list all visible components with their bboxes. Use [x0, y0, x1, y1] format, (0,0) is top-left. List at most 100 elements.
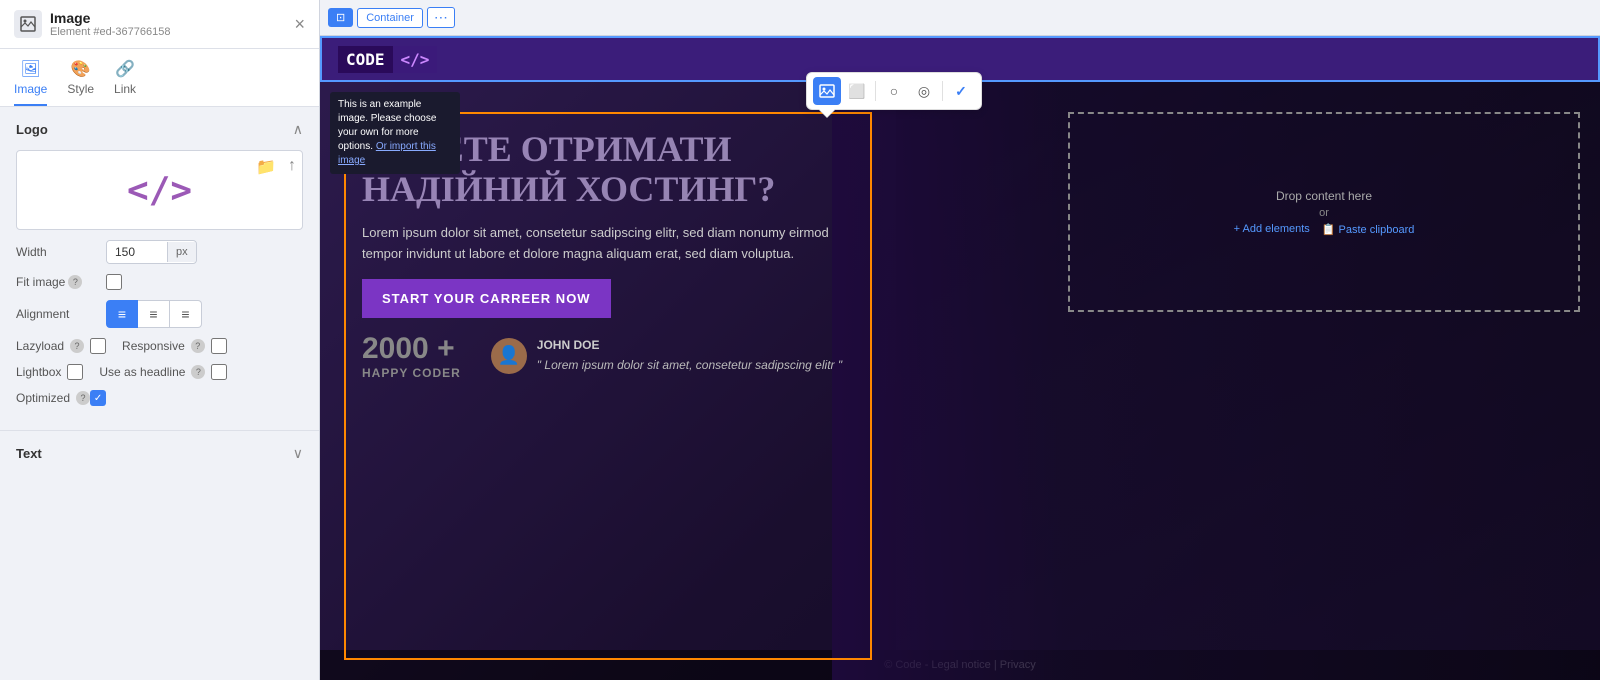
tab-style[interactable]: 🎨 Style: [67, 49, 94, 106]
element-icon: ⊡: [336, 11, 345, 24]
image-tab-icon: 🖼: [21, 59, 41, 79]
optimized-label: Optimized ?: [16, 391, 90, 405]
panel-subtitle: Element #ed-367766158: [50, 26, 170, 38]
text-section-title: Text: [16, 446, 42, 461]
floating-toolbar: ⬜ ○ ◎ ✓: [806, 72, 982, 110]
folder-icon[interactable]: 📁: [256, 157, 276, 177]
paste-clipboard-button[interactable]: 📋 Paste clipboard: [1322, 223, 1415, 236]
panel-title: Image: [50, 10, 170, 26]
left-panel: Image Element #ed-367766158 × 🖼 Image 🎨 …: [0, 0, 320, 680]
lazyload-label: Lazyload ?: [16, 339, 84, 353]
ft-circle-button[interactable]: ○: [880, 77, 908, 105]
panel-header: Image Element #ed-367766158 ×: [0, 0, 319, 49]
ft-divider1: [875, 81, 876, 101]
stats-label: HAPPY CODER: [362, 366, 461, 380]
lazyload-item: Lazyload ?: [16, 338, 106, 354]
alignment-group: ≡ ≡ ≡: [106, 300, 202, 328]
logo-symbol: </>: [127, 170, 192, 211]
section-header: Logo ∧: [16, 121, 303, 138]
responsive-help-icon[interactable]: ?: [191, 339, 205, 353]
logo-section-title: Logo: [16, 122, 48, 137]
alignment-row: Alignment ≡ ≡ ≡: [16, 300, 303, 328]
more-options-button[interactable]: ⋯: [427, 7, 455, 28]
ft-triangle: [819, 109, 835, 117]
close-button[interactable]: ×: [294, 15, 305, 33]
logo-section: Logo ∧ </> 📁 ↑ Width px Fit image ?: [0, 107, 319, 430]
optimized-row: Optimized ?: [16, 390, 303, 406]
avatar: 👤: [491, 338, 527, 374]
headline-item: Use as headline ?: [99, 364, 227, 380]
lazyload-checkbox[interactable]: [90, 338, 106, 354]
ft-image-button[interactable]: [813, 77, 841, 105]
align-left-button[interactable]: ≡: [106, 300, 138, 328]
width-label: Width: [16, 245, 106, 259]
style-tab-icon: 🎨: [71, 59, 91, 79]
element-select-button[interactable]: ⊡: [328, 8, 353, 27]
fit-image-row: Fit image ?: [16, 274, 303, 290]
drop-content-text: Drop content here: [1276, 189, 1372, 203]
panel-header-icon: [14, 10, 42, 38]
logo-collapse-button[interactable]: ∧: [293, 121, 303, 138]
site-hero: ХОЧЕТЕ ОТРИМАТИ НАДІЙНИЙ ХОСТИНГ? Lorem …: [320, 92, 896, 680]
lightbox-headline-row: Lightbox Use as headline ?: [16, 364, 303, 380]
width-input[interactable]: [107, 241, 167, 263]
fit-image-help-icon[interactable]: ?: [68, 275, 82, 289]
align-center-button[interactable]: ≡: [138, 300, 170, 328]
hero-cta-button[interactable]: START YOUR CARREER NOW: [362, 279, 611, 318]
testimonial-quote: " Lorem ipsum dolor sit amet, consetetur…: [537, 356, 842, 374]
width-unit: px: [167, 242, 196, 262]
drop-actions: + Add elements 📋 Paste clipboard: [1234, 223, 1415, 236]
responsive-label: Responsive ?: [122, 339, 205, 353]
stats-number: 2000 +: [362, 332, 461, 366]
align-right-button[interactable]: ≡: [170, 300, 202, 328]
lazyload-responsive-row: Lazyload ? Responsive ?: [16, 338, 303, 354]
optimized-checkbox[interactable]: [90, 390, 106, 406]
tab-image-label: Image: [14, 82, 47, 96]
tab-image[interactable]: 🖼 Image: [14, 49, 47, 106]
hero-stats: 2000 + HAPPY CODER 👤 JOHN DOE " Lorem ip…: [362, 332, 854, 380]
lazyload-help-icon[interactable]: ?: [70, 339, 84, 353]
site-logo-text: CODE: [338, 46, 393, 73]
fit-image-label: Fit image: [16, 275, 65, 289]
hero-tooltip: This is an example image. Please choose …: [330, 92, 460, 174]
headline-help-icon[interactable]: ?: [191, 365, 205, 379]
drop-zone[interactable]: Drop content here or + Add elements 📋 Pa…: [1068, 112, 1580, 312]
fit-image-label-group: Fit image ?: [16, 275, 106, 289]
canvas: ⬜ ○ ◎ ✓ CODE </>: [320, 36, 1600, 680]
responsive-item: Responsive ?: [122, 338, 227, 354]
headline-checkbox[interactable]: [211, 364, 227, 380]
add-elements-button[interactable]: + Add elements: [1234, 223, 1310, 236]
responsive-checkbox[interactable]: [211, 338, 227, 354]
lightbox-checkbox[interactable]: [67, 364, 83, 380]
upload-icon[interactable]: ↑: [288, 157, 296, 175]
testimonial: 👤 JOHN DOE " Lorem ipsum dolor sit amet,…: [491, 338, 842, 374]
hero-orange-box: ХОЧЕТЕ ОТРИМАТИ НАДІЙНИЙ ХОСТИНГ? Lorem …: [344, 112, 872, 660]
site-logo-symbol: </>: [393, 46, 438, 73]
width-input-group[interactable]: px: [106, 240, 197, 264]
ft-crop-button[interactable]: ⬜: [843, 77, 871, 105]
tab-style-label: Style: [67, 82, 94, 96]
panel-tabs: 🖼 Image 🎨 Style 🔗 Link: [0, 49, 319, 107]
stats-block: 2000 + HAPPY CODER: [362, 332, 461, 380]
optimized-help-icon[interactable]: ?: [76, 391, 90, 405]
headline-label: Use as headline ?: [99, 365, 205, 379]
text-section: Text ∨: [0, 430, 319, 476]
top-bar: ⊡ Container ⋯: [320, 0, 1600, 36]
text-section-header: Text ∨: [16, 445, 303, 462]
ft-target-button[interactable]: ◎: [910, 77, 938, 105]
website-preview: CODE </> This is an example image. Pleas…: [320, 36, 1600, 680]
panel-header-left: Image Element #ed-367766158: [14, 10, 170, 38]
fit-image-checkbox[interactable]: [106, 274, 122, 290]
ft-check-button[interactable]: ✓: [947, 77, 975, 105]
panel-title-block: Image Element #ed-367766158: [50, 10, 170, 38]
ft-divider2: [942, 81, 943, 101]
testimonial-content: JOHN DOE " Lorem ipsum dolor sit amet, c…: [537, 338, 842, 374]
hero-desc: Lorem ipsum dolor sit amet, consetetur s…: [362, 223, 854, 265]
logo-preview: </> 📁 ↑: [16, 150, 303, 230]
container-button[interactable]: Container: [357, 8, 423, 28]
text-collapse-button[interactable]: ∨: [293, 445, 303, 462]
tab-link[interactable]: 🔗 Link: [114, 49, 136, 106]
width-row: Width px: [16, 240, 303, 264]
link-tab-icon: 🔗: [115, 59, 135, 79]
alignment-label: Alignment: [16, 307, 106, 321]
